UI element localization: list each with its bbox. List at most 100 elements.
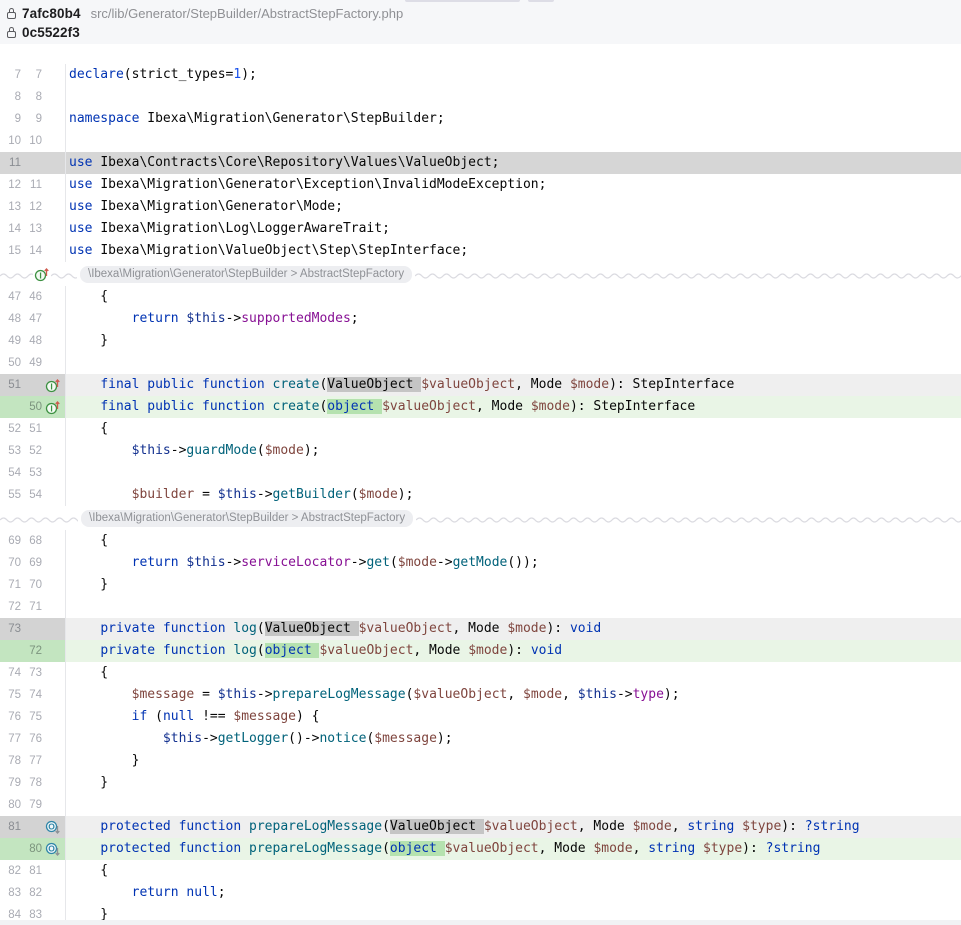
code-line[interactable] bbox=[66, 596, 961, 618]
line-number-old: 9 bbox=[0, 108, 21, 130]
diff-row-context[interactable]: 7978 } bbox=[0, 772, 961, 794]
diff-row-context[interactable]: 7877 } bbox=[0, 750, 961, 772]
diff-row-context[interactable]: 7574 $message = $this->prepareLogMessage… bbox=[0, 684, 961, 706]
diff-row-context[interactable]: 1312use Ibexa\Migration\Generator\Mode; bbox=[0, 196, 961, 218]
collapsed-region[interactable]: I \Ibexa\Migration\Generator\StepBuilder … bbox=[0, 262, 961, 286]
diff-row-context[interactable]: 8281 { bbox=[0, 860, 961, 882]
diff-row-context[interactable]: 1413use Ibexa\Migration\Log\LoggerAwareT… bbox=[0, 218, 961, 240]
diff-row-context[interactable]: 1211use Ibexa\Migration\Generator\Except… bbox=[0, 174, 961, 196]
diff-row-context[interactable]: 7675 if (null !== $message) { bbox=[0, 706, 961, 728]
diff-row-context[interactable]: 5049 bbox=[0, 352, 961, 374]
diff-row-added[interactable]: 50I final public function create(object … bbox=[0, 396, 961, 418]
code-token: $message bbox=[374, 731, 437, 746]
collapsed-region-breadcrumb[interactable]: \Ibexa\Migration\Generator\StepBuilder >… bbox=[80, 266, 412, 283]
collapsed-region-breadcrumb[interactable]: \Ibexa\Migration\Generator\StepBuilder >… bbox=[81, 510, 413, 527]
code-line[interactable]: namespace Ibexa\Migration\Generator\Step… bbox=[66, 108, 961, 130]
diff-row-context[interactable]: 7271 bbox=[0, 596, 961, 618]
code-token: , Mode bbox=[476, 399, 531, 414]
code-line[interactable]: $this->guardMode($mode); bbox=[66, 440, 961, 462]
code-line[interactable]: use Ibexa\Migration\Generator\Mode; bbox=[66, 196, 961, 218]
diff-row-deleted[interactable]: 81O protected function prepareLogMessage… bbox=[0, 816, 961, 838]
code-line[interactable]: use Ibexa\Contracts\Core\Repository\Valu… bbox=[66, 152, 961, 174]
overridden-method-icon[interactable]: O bbox=[42, 816, 65, 838]
collapsed-region[interactable]: \Ibexa\Migration\Generator\StepBuilder >… bbox=[0, 506, 961, 530]
code-line[interactable]: { bbox=[66, 286, 961, 308]
diff-row-context[interactable]: 6968 { bbox=[0, 530, 961, 552]
code-line[interactable]: use Ibexa\Migration\ValueObject\Step\Ste… bbox=[66, 240, 961, 262]
gutter: 1514 bbox=[0, 240, 66, 262]
code-line[interactable]: $builder = $this->getBuilder($mode); bbox=[66, 484, 961, 506]
diff-row-context[interactable]: 7776 $this->getLogger()->notice($message… bbox=[0, 728, 961, 750]
line-number-new: 79 bbox=[21, 794, 42, 816]
code-line[interactable]: if (null !== $message) { bbox=[66, 706, 961, 728]
code-token: $valueObject bbox=[382, 399, 476, 414]
svg-text:I: I bbox=[39, 270, 41, 280]
diff-row-context[interactable]: 7473 { bbox=[0, 662, 961, 684]
code-line[interactable]: { bbox=[66, 418, 961, 440]
code-token bbox=[69, 399, 100, 414]
diff-row-context[interactable]: 5352 $this->guardMode($mode); bbox=[0, 440, 961, 462]
diff-row-context[interactable]: 1514use Ibexa\Migration\ValueObject\Step… bbox=[0, 240, 961, 262]
line-number-new: 53 bbox=[21, 462, 42, 484]
diff-row-context[interactable]: 5453 bbox=[0, 462, 961, 484]
diff-row-context[interactable]: 99namespace Ibexa\Migration\Generator\St… bbox=[0, 108, 961, 130]
diff-row-context[interactable]: 8382 return null; bbox=[0, 882, 961, 904]
code-line[interactable]: private function log(object $valueObject… bbox=[66, 640, 961, 662]
code-line[interactable]: return $this->serviceLocator->get($mode-… bbox=[66, 552, 961, 574]
code-line[interactable]: $message = $this->prepareLogMessage($val… bbox=[66, 684, 961, 706]
code-line[interactable]: final public function create(ValueObject… bbox=[66, 374, 961, 396]
code-line[interactable]: } bbox=[66, 574, 961, 596]
diff-row-context[interactable]: 4847 return $this->supportedModes; bbox=[0, 308, 961, 330]
diff-row-added[interactable]: 80O protected function prepareLogMessage… bbox=[0, 838, 961, 860]
implements-method-icon[interactable]: I bbox=[42, 374, 65, 396]
gutter: 4948 bbox=[0, 330, 66, 352]
code-line[interactable] bbox=[66, 86, 961, 108]
code-line[interactable] bbox=[66, 462, 961, 484]
code-line[interactable]: { bbox=[66, 860, 961, 882]
diff-row-context[interactable]: 77declare(strict_types=1); bbox=[0, 64, 961, 86]
code-token: ; bbox=[218, 885, 226, 900]
code-line[interactable]: } bbox=[66, 772, 961, 794]
code-line[interactable] bbox=[66, 130, 961, 152]
code-line[interactable]: { bbox=[66, 662, 961, 684]
code-token: } bbox=[69, 333, 108, 348]
gutter: 1010 bbox=[0, 130, 66, 152]
code-line[interactable]: declare(strict_types=1); bbox=[66, 64, 961, 86]
code-line[interactable]: $this->getLogger()->notice($message); bbox=[66, 728, 961, 750]
diff-row-added[interactable]: 72 private function log(object $valueObj… bbox=[0, 640, 961, 662]
gutter: 72 bbox=[0, 640, 66, 662]
code-line[interactable]: use Ibexa\Migration\Generator\Exception\… bbox=[66, 174, 961, 196]
implements-method-icon[interactable]: I bbox=[33, 266, 51, 283]
diff-row-context[interactable]: 88 bbox=[0, 86, 961, 108]
diff-row-deleted[interactable]: 51I final public function create(ValueOb… bbox=[0, 374, 961, 396]
diff-row-context[interactable]: 8079 bbox=[0, 794, 961, 816]
code-token: ): bbox=[546, 621, 569, 636]
overridden-method-icon[interactable]: O bbox=[42, 838, 65, 860]
diff-row-context[interactable]: 7170 } bbox=[0, 574, 961, 596]
diff-row-context[interactable]: 5554 $builder = $this->getBuilder($mode)… bbox=[0, 484, 961, 506]
wavy-fold-line bbox=[415, 268, 961, 280]
code-line[interactable]: use Ibexa\Migration\Log\LoggerAwareTrait… bbox=[66, 218, 961, 240]
diff-row-deleted[interactable]: 11use Ibexa\Contracts\Core\Repository\Va… bbox=[0, 152, 961, 174]
code-line[interactable]: return null; bbox=[66, 882, 961, 904]
code-line[interactable]: private function log(ValueObject $valueO… bbox=[66, 618, 961, 640]
code-line[interactable]: protected function prepareLogMessage(obj… bbox=[66, 838, 961, 860]
line-number-new: 11 bbox=[21, 174, 42, 196]
diff-row-context[interactable]: 1010 bbox=[0, 130, 961, 152]
diff-row-context[interactable]: 4948 } bbox=[0, 330, 961, 352]
diff-row-context[interactable]: 7069 return $this->serviceLocator->get($… bbox=[0, 552, 961, 574]
diff-row-deleted[interactable]: 73 private function log(ValueObject $val… bbox=[0, 618, 961, 640]
code-line[interactable]: final public function create(object $val… bbox=[66, 396, 961, 418]
code-line[interactable]: } bbox=[66, 750, 961, 772]
code-line[interactable]: { bbox=[66, 530, 961, 552]
code-token: , Mode bbox=[453, 621, 508, 636]
code-line[interactable]: protected function prepareLogMessage(Val… bbox=[66, 816, 961, 838]
implements-method-icon[interactable]: I bbox=[42, 396, 65, 418]
diff-row-context[interactable]: 4746 { bbox=[0, 286, 961, 308]
code-token: create bbox=[273, 377, 320, 392]
code-line[interactable] bbox=[66, 794, 961, 816]
code-line[interactable] bbox=[66, 352, 961, 374]
code-line[interactable]: return $this->supportedModes; bbox=[66, 308, 961, 330]
diff-row-context[interactable]: 5251 { bbox=[0, 418, 961, 440]
code-line[interactable]: } bbox=[66, 330, 961, 352]
